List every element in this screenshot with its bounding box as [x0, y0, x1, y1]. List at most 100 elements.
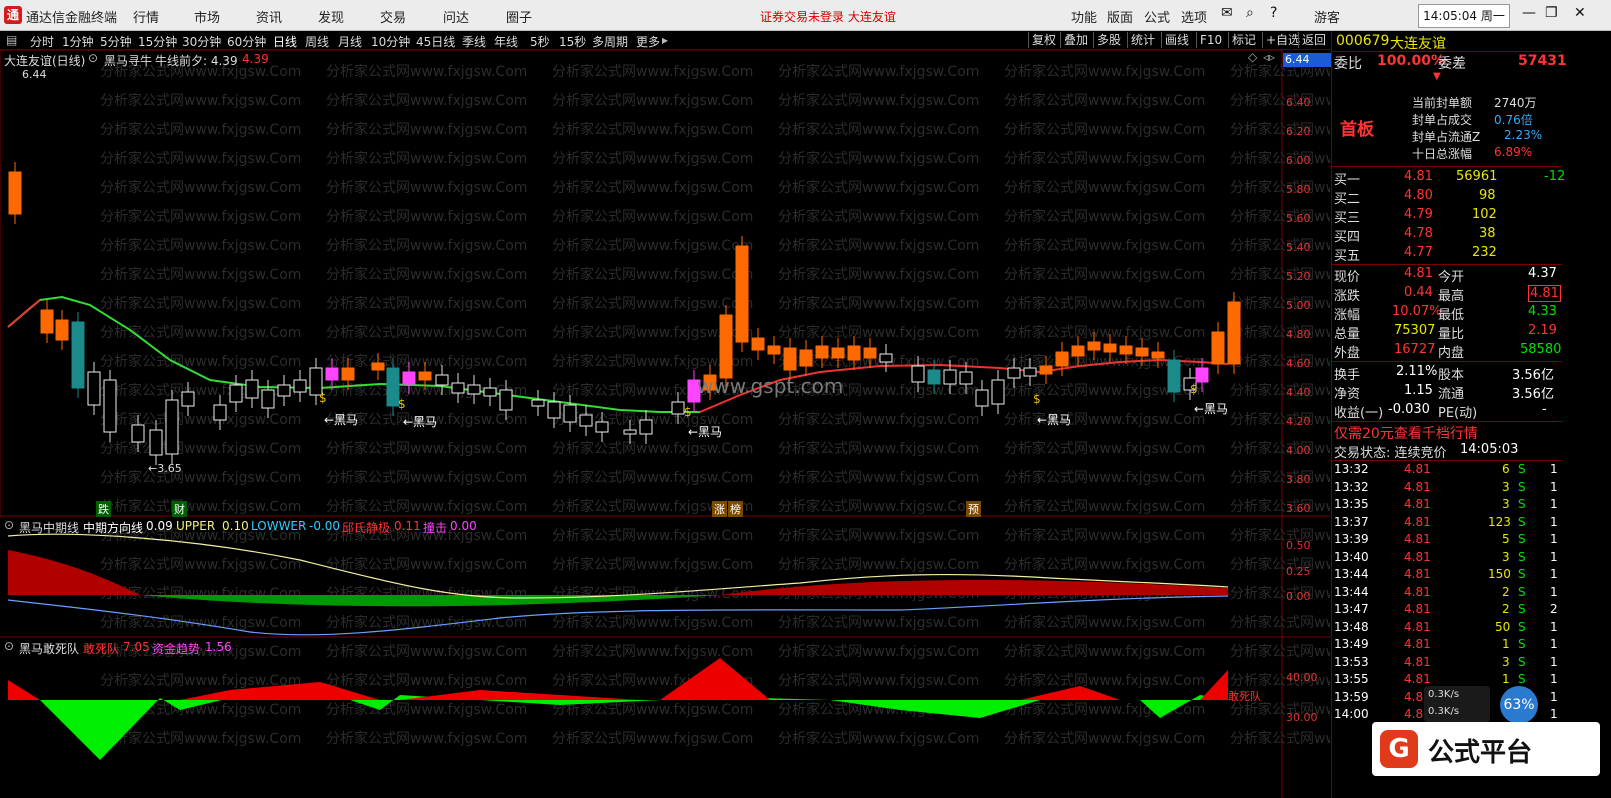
candle-body[interactable]: [277, 384, 291, 397]
period-tab-more[interactable]: 更多: [636, 33, 660, 50]
candle-body[interactable]: [1071, 345, 1085, 357]
period-tab-15min[interactable]: 15分钟: [138, 33, 177, 50]
menu-item-market[interactable]: 行情: [133, 7, 159, 26]
menu-options[interactable]: 选项: [1181, 7, 1207, 26]
period-tab-weekly[interactable]: 周线: [305, 33, 329, 50]
candle-body[interactable]: [595, 421, 609, 433]
candle-body[interactable]: [751, 337, 765, 351]
candle-body[interactable]: [245, 379, 259, 399]
guest-user[interactable]: 游客: [1314, 7, 1340, 26]
candle-body[interactable]: [767, 345, 781, 355]
candle-body[interactable]: [483, 387, 497, 397]
candle-body[interactable]: [863, 347, 877, 359]
candle-body[interactable]: [1119, 345, 1133, 355]
candle-body[interactable]: [1227, 301, 1241, 365]
login-warning[interactable]: 证券交易未登录 大连友谊: [760, 8, 896, 25]
candle-body[interactable]: [293, 379, 307, 393]
candle-body[interactable]: [1087, 341, 1101, 351]
add-watchlist-button[interactable]: +自选: [1262, 32, 1303, 48]
candle-body[interactable]: [149, 429, 163, 456]
candle-body[interactable]: [341, 367, 355, 381]
candle-body[interactable]: [40, 309, 54, 334]
indicator-name[interactable]: 黑马寻牛: [104, 52, 152, 69]
candle-body[interactable]: [71, 321, 85, 389]
candle-body[interactable]: [181, 391, 195, 407]
memory-gauge[interactable]: 63%: [1500, 686, 1538, 724]
sub2-name[interactable]: 黑马敢死队: [19, 640, 79, 657]
restore-icon[interactable]: ❐: [1545, 5, 1558, 21]
period-tab-1min[interactable]: 1分钟: [62, 33, 94, 50]
chart-area[interactable]: 分析家公式网www.fxjgsw.Com 分析家公式网www.fxjgsw.Com…: [0, 50, 1331, 798]
menu-item-news[interactable]: 资讯: [256, 7, 282, 26]
bid-row[interactable]: 买一 4.81 56961 -12: [1332, 169, 1565, 188]
period-tab-quarterly[interactable]: 季线: [462, 33, 486, 50]
period-tab-daily[interactable]: 日线: [273, 33, 297, 50]
candle-body[interactable]: [8, 171, 22, 215]
statistics-button[interactable]: 统计: [1127, 32, 1158, 48]
indicator-toggle-icon[interactable]: ⊙: [4, 639, 14, 653]
event-label[interactable]: 榜: [728, 501, 743, 517]
period-tab-5min[interactable]: 5分钟: [100, 33, 132, 50]
candle-body[interactable]: [975, 389, 989, 407]
period-tab-30min[interactable]: 30分钟: [182, 33, 221, 50]
candle-body[interactable]: [959, 371, 973, 385]
menu-layout[interactable]: 版面: [1107, 7, 1133, 26]
candle-body[interactable]: [719, 314, 733, 379]
menu-item-wenda[interactable]: 问达: [443, 7, 469, 26]
event-label[interactable]: 跌: [96, 501, 111, 517]
candle-body[interactable]: [579, 414, 593, 427]
candle-body[interactable]: [1039, 365, 1053, 375]
candle-body[interactable]: [671, 401, 685, 415]
search-icon[interactable]: ⌕: [1246, 5, 1254, 21]
candle-body[interactable]: [879, 353, 893, 363]
pan-icon[interactable]: ◃▹: [1263, 50, 1275, 64]
menu-item-circle[interactable]: 圈子: [506, 7, 532, 26]
candle-body[interactable]: [563, 404, 577, 423]
candle-body[interactable]: [499, 389, 513, 411]
candle-body[interactable]: [1195, 367, 1209, 383]
candle-body[interactable]: [1023, 367, 1037, 377]
candle-body[interactable]: [1007, 367, 1021, 379]
candle-body[interactable]: [1167, 359, 1181, 393]
period-tab-intraday[interactable]: 分时: [30, 33, 54, 50]
mark-button[interactable]: 标记: [1228, 32, 1259, 48]
period-tab-45day[interactable]: 45日线: [416, 33, 455, 50]
menu-function[interactable]: 功能: [1071, 7, 1097, 26]
candle-body[interactable]: [131, 424, 145, 443]
menu-item-discover[interactable]: 发现: [318, 7, 344, 26]
bid-row[interactable]: 买二 4.80 98: [1332, 188, 1562, 207]
candle-body[interactable]: [435, 374, 449, 386]
candle-body[interactable]: [1151, 351, 1165, 359]
candle-body[interactable]: [547, 401, 561, 419]
toolbar-menu-icon[interactable]: ▤: [6, 33, 17, 47]
candle-body[interactable]: [1211, 331, 1225, 365]
f10-button[interactable]: F10: [1196, 32, 1225, 48]
candle-body[interactable]: [213, 404, 227, 421]
adjust-button[interactable]: 复权: [1028, 32, 1059, 48]
chart-canvas[interactable]: 分析家公式网www.fxjgsw.Com 分析家公式网www.fxjgsw.Com…: [0, 50, 1330, 798]
help-icon[interactable]: ?: [1270, 5, 1277, 21]
overlay-button[interactable]: 叠加: [1060, 32, 1091, 48]
candle-body[interactable]: [402, 371, 416, 385]
candle-body[interactable]: [639, 419, 653, 435]
candle-body[interactable]: [418, 371, 432, 381]
candle-body[interactable]: [229, 384, 243, 403]
candle-body[interactable]: [165, 399, 179, 455]
draw-line-button[interactable]: 画线: [1161, 32, 1192, 48]
bid-row[interactable]: 买四 4.78 38: [1332, 226, 1562, 245]
period-tab-multi[interactable]: 多周期: [592, 33, 628, 50]
period-tab-10min[interactable]: 10分钟: [371, 33, 410, 50]
bid-row[interactable]: 买五 4.77 232: [1332, 245, 1562, 264]
candle-body[interactable]: [87, 371, 101, 406]
level2-promo-link[interactable]: 仅需20元查看千档行情: [1334, 423, 1478, 443]
candle-body[interactable]: [1055, 351, 1069, 367]
candle-body[interactable]: [783, 347, 797, 371]
back-button[interactable]: 返回: [1298, 32, 1329, 48]
candle-body[interactable]: [325, 367, 339, 381]
candle-body[interactable]: [623, 429, 637, 435]
event-label[interactable]: 涨: [712, 501, 727, 517]
expand-arrow-icon[interactable]: ▼: [1433, 71, 1441, 82]
menu-item-market-list[interactable]: 市场: [194, 7, 220, 26]
candle-body[interactable]: [847, 345, 861, 361]
multi-stock-button[interactable]: 多股: [1093, 32, 1124, 48]
